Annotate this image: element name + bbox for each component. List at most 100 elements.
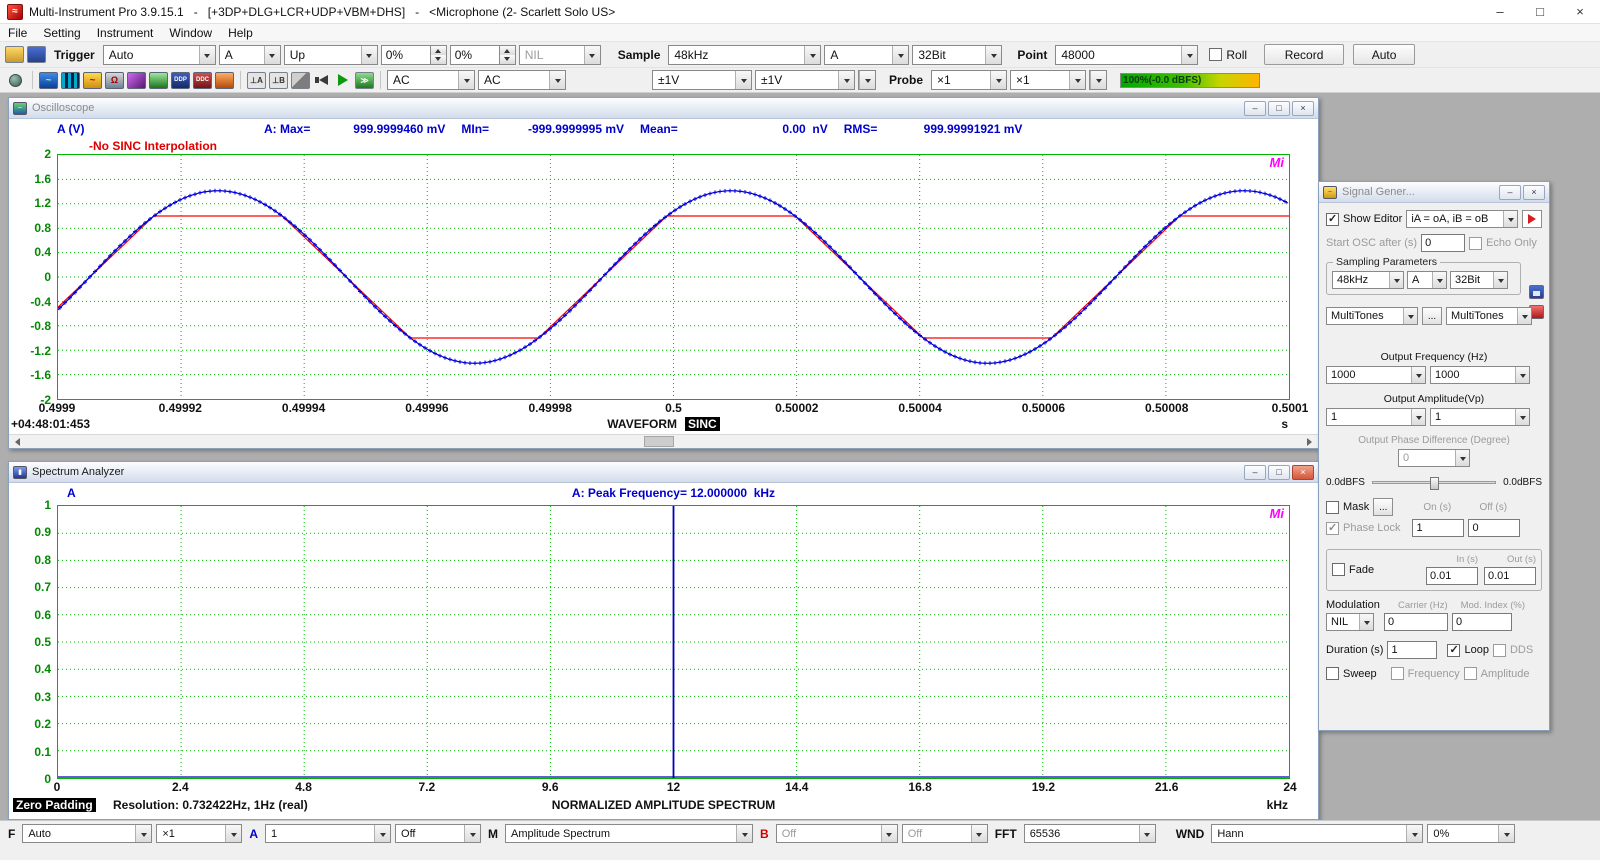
- minimize-button[interactable]: –: [1499, 185, 1521, 200]
- spectrum-titlebar[interactable]: ▮ Spectrum Analyzer – □ ×: [9, 462, 1318, 483]
- menu-instrument[interactable]: Instrument: [89, 24, 162, 41]
- b-scale-select[interactable]: Off: [776, 824, 898, 843]
- a-processing-select[interactable]: Off: [395, 824, 481, 843]
- range-a-select[interactable]: ±1V: [652, 70, 752, 90]
- spectrum-analyzer-icon[interactable]: [61, 72, 80, 89]
- frequency-b-select[interactable]: 1000: [1430, 366, 1530, 384]
- overlap-select[interactable]: 0%: [1427, 824, 1515, 843]
- loop-checkbox[interactable]: Loop: [1447, 644, 1488, 657]
- save-icon[interactable]: [27, 46, 46, 63]
- close-button[interactable]: ×: [1523, 185, 1545, 200]
- probe-b-select[interactable]: ×1: [1010, 70, 1086, 90]
- frequency-axis-select[interactable]: Auto: [22, 824, 152, 843]
- roll-checkbox[interactable]: Roll: [1209, 48, 1247, 62]
- sample-bits-select[interactable]: 32Bit: [912, 45, 1002, 65]
- sweep-amplitude-checkbox[interactable]: Amplitude: [1464, 667, 1530, 680]
- spin-up-icon[interactable]: [500, 46, 515, 55]
- frequency-multiplier-select[interactable]: ×1: [156, 824, 242, 843]
- sinc-badge[interactable]: SINC: [685, 417, 720, 431]
- gen-sample-rate-select[interactable]: 48kHz: [1332, 271, 1404, 289]
- ddp-viewer-icon[interactable]: DDP: [171, 72, 190, 89]
- fft-size-select[interactable]: 65536: [1024, 824, 1156, 843]
- modulation-type-select[interactable]: NIL: [1326, 613, 1374, 631]
- speaker-icon[interactable]: [319, 75, 328, 85]
- maximize-button[interactable]: □: [1520, 0, 1560, 23]
- oscilloscope-plot[interactable]: Mi: [57, 154, 1290, 400]
- signal-generator-icon[interactable]: ~: [83, 72, 102, 89]
- coupling-b-select[interactable]: AC: [478, 70, 566, 90]
- minimize-button[interactable]: –: [1244, 101, 1266, 116]
- probe-a-select[interactable]: ×1: [931, 70, 1007, 90]
- multitones-config-button[interactable]: ...: [1422, 307, 1442, 325]
- trigger-source-select[interactable]: A: [219, 45, 281, 65]
- trigger-delay-spinner[interactable]: 0%: [450, 45, 516, 65]
- signal-generator-titlebar[interactable]: ~ Signal Gener... – ×: [1319, 182, 1549, 203]
- spin-down-icon[interactable]: [431, 55, 446, 64]
- minimize-button[interactable]: –: [1244, 465, 1266, 480]
- oscilloscope-titlebar[interactable]: ~ Oscilloscope – □ ×: [9, 98, 1318, 119]
- mod-index-input[interactable]: 0: [1452, 613, 1512, 631]
- duration-input[interactable]: 1: [1387, 641, 1437, 659]
- phase-difference-select[interactable]: 0: [1398, 449, 1470, 467]
- frequency-a-select[interactable]: 1000: [1326, 366, 1426, 384]
- b-processing-select[interactable]: Off: [902, 824, 988, 843]
- sweep-checkbox[interactable]: Sweep: [1326, 667, 1377, 680]
- play-button[interactable]: [338, 74, 348, 86]
- amplitude-a-select[interactable]: 1: [1326, 408, 1426, 426]
- menu-window[interactable]: Window: [161, 24, 220, 41]
- phase-lock-off-input[interactable]: 0: [1468, 519, 1520, 537]
- generator-play-button[interactable]: [1522, 210, 1542, 228]
- fade-checkbox[interactable]: Fade: [1332, 563, 1374, 576]
- close-button[interactable]: ×: [1560, 0, 1600, 23]
- spin-up-icon[interactable]: [431, 46, 446, 55]
- sweep-frequency-checkbox[interactable]: Frequency: [1391, 667, 1460, 680]
- trigger-hpf-select[interactable]: NIL: [519, 45, 601, 65]
- sample-channel-select[interactable]: A: [824, 45, 909, 65]
- trigger-mode-select[interactable]: Auto: [103, 45, 216, 65]
- loopback-icon[interactable]: ≫: [355, 72, 374, 89]
- lock-a-icon[interactable]: ⊥A: [247, 72, 266, 89]
- amplitude-b-select[interactable]: 1: [1430, 408, 1530, 426]
- mask-config-button[interactable]: ...: [1373, 498, 1393, 516]
- view-mode-select[interactable]: Amplitude Spectrum: [505, 824, 753, 843]
- show-editor-checkbox[interactable]: Show Editor: [1326, 213, 1402, 226]
- dds-checkbox[interactable]: DDS: [1493, 644, 1533, 657]
- routing-select[interactable]: iA = oA, iB = oB: [1406, 210, 1518, 228]
- device-test-plan-icon[interactable]: [215, 72, 234, 89]
- spectrum-plot[interactable]: Mi: [57, 505, 1290, 779]
- slider-thumb[interactable]: [1430, 477, 1439, 490]
- trigger-edge-select[interactable]: Up: [284, 45, 378, 65]
- gen-bits-select[interactable]: 32Bit: [1450, 271, 1508, 289]
- point-count-select[interactable]: 48000: [1055, 45, 1198, 65]
- minimize-button[interactable]: –: [1480, 0, 1520, 23]
- spin-down-icon[interactable]: [500, 55, 515, 64]
- oscilloscope-icon[interactable]: ~: [39, 72, 58, 89]
- sample-rate-select[interactable]: 48kHz: [668, 45, 821, 65]
- gen-channel-select[interactable]: A: [1407, 271, 1447, 289]
- open-file-icon[interactable]: [5, 46, 24, 63]
- multimeter-icon[interactable]: Ω: [105, 72, 124, 89]
- oscilloscope-hscrollbar[interactable]: [9, 434, 1318, 448]
- menu-file[interactable]: File: [0, 24, 35, 41]
- phase-lock-checkbox[interactable]: Phase Lock: [1326, 522, 1400, 535]
- scroll-right-icon[interactable]: [1302, 435, 1318, 448]
- a-scale-select[interactable]: 1: [265, 824, 391, 843]
- scroll-left-icon[interactable]: [9, 435, 25, 448]
- output-level-slider[interactable]: [1372, 481, 1496, 484]
- menu-help[interactable]: Help: [220, 24, 261, 41]
- mask-checkbox[interactable]: Mask: [1326, 501, 1369, 514]
- carrier-input[interactable]: 0: [1384, 613, 1448, 631]
- echo-only-checkbox[interactable]: Echo Only: [1469, 237, 1537, 250]
- ddc-icon[interactable]: DDC: [193, 72, 212, 89]
- probe-extra-select[interactable]: [1089, 70, 1107, 90]
- coupling-a-select[interactable]: AC: [387, 70, 475, 90]
- save-signal-icon[interactable]: [1529, 285, 1544, 299]
- range-extra-select[interactable]: [858, 70, 876, 90]
- waveform-b-select[interactable]: MultiTones: [1446, 307, 1532, 325]
- spectrum-3d-plot-icon[interactable]: [127, 72, 146, 89]
- data-logger-icon[interactable]: [149, 72, 168, 89]
- waveform-a-select[interactable]: MultiTones: [1326, 307, 1418, 325]
- auto-scale-button[interactable]: Auto: [1353, 44, 1415, 65]
- maximize-button[interactable]: □: [1268, 101, 1290, 116]
- close-button[interactable]: ×: [1292, 465, 1314, 480]
